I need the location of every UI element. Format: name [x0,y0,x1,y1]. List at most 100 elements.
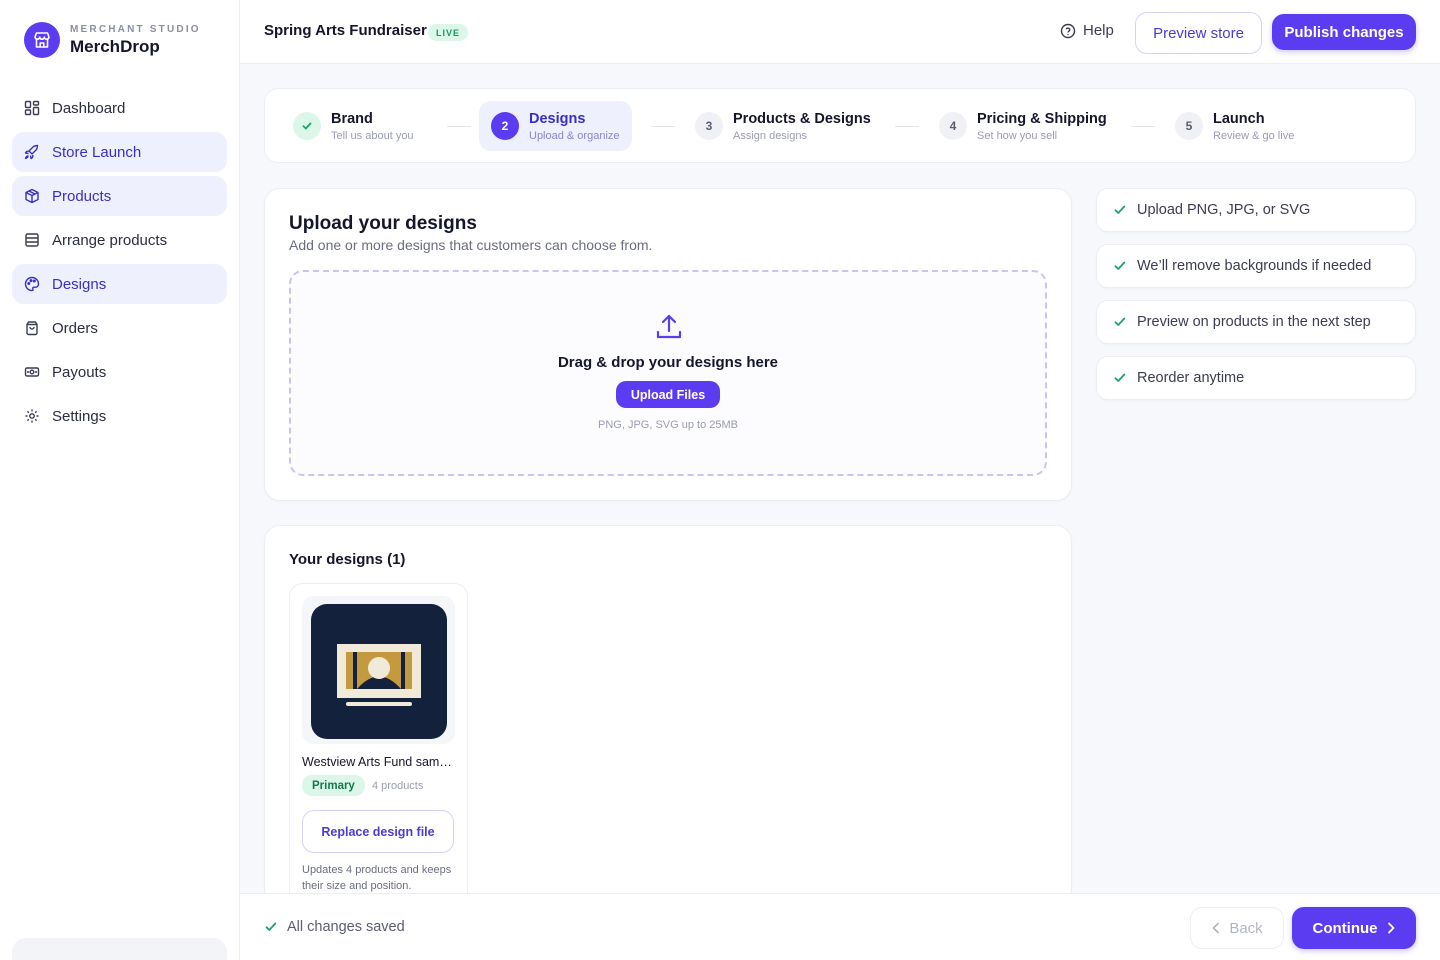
step-subtitle: Tell us about you [331,129,414,142]
check-icon [1114,261,1126,270]
store-title: Spring Arts Fundraiser [264,22,427,39]
cash-icon [24,367,40,377]
tip-item: Upload PNG, JPG, or SVG [1096,188,1416,232]
list-icon [25,233,39,247]
arts-fund-logo-icon [337,644,421,706]
dashboard-icon [24,100,40,116]
sidebar-item-payouts[interactable]: Payouts [12,352,227,392]
save-status-label: All changes saved [287,919,405,935]
sidebar-item-designs[interactable]: Designs [12,264,227,304]
sidebar-nav: Dashboard Store Launch Products Arrange … [12,88,227,440]
check-icon [1114,205,1126,214]
sidebar: MERCHANT STUDIO MerchDrop Dashboard Stor… [0,0,240,960]
palette-icon [24,276,40,292]
dropzone-hint: PNG, JPG, SVG up to 25MB [598,419,738,431]
sidebar-item-label: Arrange products [52,231,168,249]
bottom-bar: All changes saved Back Continue [240,893,1440,960]
step-subtitle: Upload & organize [529,129,620,142]
check-icon [1114,317,1126,326]
brand-eyebrow: MERCHANT STUDIO [70,23,201,35]
design-product-count: 4 products [372,780,424,792]
sidebar-item-dashboard[interactable]: Dashboard [12,88,227,128]
sidebar-item-store-launch[interactable]: Store Launch [12,132,227,172]
step-title: Brand [331,110,373,127]
replace-design-file-button[interactable]: Replace design file [302,810,454,853]
sidebar-item-label: Designs [52,275,107,293]
step-designs[interactable]: 2 Designs Upload & organize [479,101,632,151]
designs-title: Your designs (1) [289,551,406,568]
help-label: Help [1083,22,1114,39]
sidebar-item-arrange-products[interactable]: Arrange products [12,220,227,260]
upload-title: Upload your designs [289,213,477,234]
step-brand[interactable]: Brand Tell us about you [281,101,426,151]
upload-files-button[interactable]: Upload Files [616,381,720,408]
back-button[interactable]: Back [1190,907,1284,949]
sidebar-item-label: Orders [52,319,98,337]
brand[interactable]: MERCHANT STUDIO MerchDrop [24,22,201,58]
step-number: 5 [1175,112,1203,140]
design-tile[interactable]: Westview Arts Fund sample logo Primary 4… [289,583,468,913]
continue-label: Continue [1312,919,1378,937]
sidebar-item-orders[interactable]: Orders [12,308,227,348]
design-dropzone[interactable]: Drag & drop your designs here Upload Fil… [289,270,1047,476]
step-connector [895,126,919,127]
tip-text: Reorder anytime [1137,370,1245,386]
primary-badge: Primary [302,775,365,796]
step-number: 3 [695,112,723,140]
save-status: All changes saved [264,919,405,935]
sidebar-item-label: Store Launch [52,143,142,161]
step-title: Products & Designs [733,110,871,127]
tip-text: Preview on products in the next step [1137,314,1371,330]
tip-item: Preview on products in the next step [1096,300,1416,344]
step-complete-check-icon [293,112,321,140]
publish-changes-button[interactable]: Publish changes [1272,14,1416,50]
help-icon [1060,23,1076,38]
tip-text: Upload PNG, JPG, or SVG [1137,202,1311,218]
setup-stepper: Brand Tell us about you 2 Designs Upload… [264,88,1416,163]
rocket-icon [24,144,39,160]
step-number: 2 [491,112,519,140]
step-title: Launch [1213,110,1265,127]
help-link[interactable]: Help [1060,22,1114,39]
upload-designs-card: Upload your designs Add one or more desi… [264,188,1072,501]
chevron-left-icon [1213,922,1220,934]
gear-icon [25,409,39,423]
step-number: 4 [939,112,967,140]
sidebar-item-label: Payouts [52,363,107,381]
tip-text: We’ll remove backgrounds if needed [1137,258,1372,274]
preview-store-button[interactable]: Preview store [1135,12,1262,54]
step-connector [651,126,675,127]
bag-icon [26,321,38,336]
step-pricing-shipping[interactable]: 4 Pricing & Shipping Set how you sell [927,101,1119,151]
sidebar-item-label: Dashboard [52,99,126,117]
your-designs-card: Your designs (1) Westview Arts Fund samp… [264,525,1072,913]
step-subtitle: Set how you sell [977,129,1058,142]
design-name: Westview Arts Fund sample logo [302,755,458,769]
back-label: Back [1229,919,1263,937]
continue-button[interactable]: Continue [1292,907,1416,949]
chevron-right-icon [1387,922,1394,934]
step-products-designs[interactable]: 3 Products & Designs Assign designs [683,101,883,151]
store-logo-icon [24,22,60,58]
box-icon [25,188,39,204]
step-title: Pricing & Shipping [977,110,1107,127]
tip-item: We’ll remove backgrounds if needed [1096,244,1416,288]
step-connector [1131,126,1155,127]
step-connector [447,126,471,127]
sidebar-item-label: Settings [52,407,107,425]
status-badge: LIVE [428,24,469,41]
dropzone-title: Drag & drop your designs here [557,354,779,371]
replace-note: Updates 4 products and keeps their size … [302,864,452,892]
account-menu[interactable] [12,938,227,960]
step-launch[interactable]: 5 Launch Review & go live [1163,101,1306,151]
upload-subtitle: Add one or more designs that customers c… [289,237,653,253]
topbar: Spring Arts Fundraiser LIVE Help Preview… [240,0,1440,64]
sidebar-item-label: Products [52,187,112,205]
upload-icon [656,314,682,339]
design-thumbnail[interactable] [302,596,455,744]
tip-item: Reorder anytime [1096,356,1416,400]
sidebar-item-products[interactable]: Products [12,176,227,216]
design-artwork [311,604,447,739]
check-icon [1114,373,1126,382]
sidebar-item-settings[interactable]: Settings [12,396,227,436]
